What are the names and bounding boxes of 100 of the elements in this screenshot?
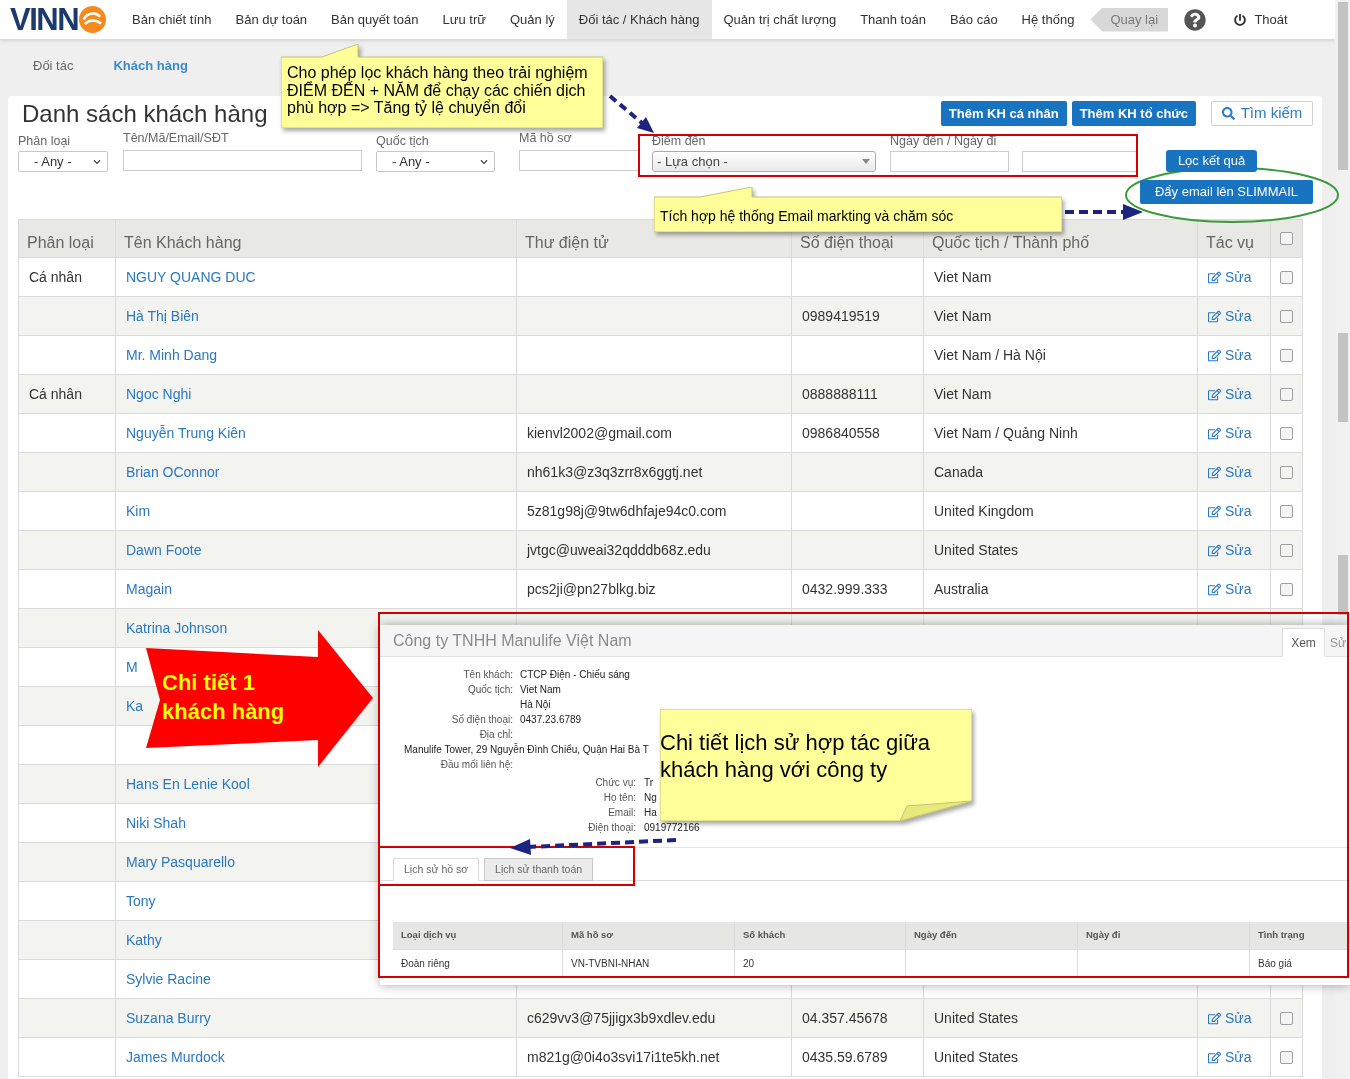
email-address: m821g@0i4o3svi17i1te5kh.net bbox=[527, 1047, 720, 1067]
customer-name-link[interactable]: Suzana Burry bbox=[126, 1007, 211, 1029]
column-header: Mã hồ sơ bbox=[571, 928, 614, 943]
filter-select[interactable]: - Any - bbox=[376, 151, 495, 172]
logo-icon bbox=[79, 6, 107, 33]
filter-select[interactable]: - Any - bbox=[18, 151, 108, 172]
popup-tab[interactable]: Xem bbox=[1282, 628, 1325, 657]
row-checkbox[interactable] bbox=[1280, 426, 1293, 440]
edit-icon bbox=[1208, 1050, 1221, 1064]
nav-item[interactable]: Hệ thống bbox=[1009, 0, 1087, 39]
filter-input[interactable] bbox=[519, 149, 640, 171]
add-customer-button[interactable]: Thêm KH cá nhân bbox=[940, 101, 1067, 126]
field-value: Ng bbox=[644, 792, 657, 803]
row-checkbox[interactable] bbox=[1280, 309, 1293, 323]
customer-name-link[interactable]: NGUY QUANG DUC bbox=[126, 266, 256, 288]
edit-icon bbox=[1208, 426, 1221, 440]
nav-item[interactable]: Lưu trữ bbox=[430, 0, 498, 39]
customer-name-link[interactable]: Magain bbox=[126, 578, 172, 600]
nav-item[interactable]: Bản quyết toán bbox=[319, 0, 431, 39]
nav-item[interactable]: Bản dự toán bbox=[223, 0, 320, 39]
edit-link[interactable]: Sửa bbox=[1208, 383, 1252, 405]
row-checkbox[interactable] bbox=[1280, 270, 1293, 284]
back-button[interactable]: Quay lại bbox=[1090, 7, 1169, 32]
destination-select[interactable]: - Lựa chọn - bbox=[652, 151, 876, 172]
page-title: Danh sách khách hàng bbox=[22, 99, 268, 128]
customer-name-link[interactable]: Brian OConnor bbox=[126, 461, 220, 483]
scrollbar-thumb[interactable] bbox=[1337, 333, 1348, 422]
row-checkbox[interactable] bbox=[1280, 582, 1293, 596]
row-checkbox[interactable] bbox=[1280, 348, 1293, 362]
location-text: Viet Nam bbox=[934, 267, 992, 287]
filter-button[interactable]: Lọc kết quả bbox=[1166, 150, 1257, 172]
date-input[interactable] bbox=[890, 151, 1009, 172]
customer-name-link[interactable]: Mary Pasquarello bbox=[126, 851, 235, 873]
select-all-checkbox[interactable] bbox=[1280, 232, 1293, 245]
edit-link[interactable]: Sửa bbox=[1208, 461, 1252, 483]
customer-name-link[interactable]: Tony bbox=[126, 890, 156, 912]
nav-item[interactable]: Bản chiết tính bbox=[120, 0, 224, 39]
filter-input[interactable] bbox=[123, 149, 362, 171]
customer-name-link[interactable]: Ngoc Nghi bbox=[126, 383, 192, 405]
edit-link[interactable]: Sửa bbox=[1208, 266, 1252, 288]
search-button[interactable]: Tìm kiếm bbox=[1211, 101, 1313, 126]
edit-link[interactable]: Sửa bbox=[1208, 344, 1252, 366]
customer-type: Cá nhân bbox=[29, 267, 82, 287]
customer-name-link[interactable]: James Murdock bbox=[126, 1046, 225, 1068]
customer-name-link[interactable]: Kathy bbox=[126, 929, 162, 951]
customer-name-link[interactable]: Dawn Foote bbox=[126, 539, 202, 561]
column-header: Loại dịch vụ bbox=[401, 928, 457, 943]
email-address: pcs2ji@pn27blkg.biz bbox=[527, 579, 656, 599]
field-label: Số điện thoại: bbox=[451, 714, 513, 725]
column-header: Số khách bbox=[743, 928, 786, 943]
nav-item[interactable]: Quản trị chất lượng bbox=[711, 0, 849, 39]
filter-label: Quốc tịch bbox=[376, 134, 430, 148]
row-checkbox[interactable] bbox=[1280, 465, 1293, 479]
edit-icon bbox=[1208, 309, 1221, 323]
email-address: 5z81g98j@9tw6dhfaje94c0.com bbox=[527, 501, 727, 521]
row-checkbox[interactable] bbox=[1280, 387, 1293, 401]
customer-name-link[interactable]: Hans En Lenie Kool bbox=[126, 773, 250, 795]
phone-number: 04.357.45678 bbox=[802, 1008, 888, 1028]
popup-tab[interactable]: Sử bbox=[1329, 628, 1345, 657]
customer-name-link[interactable]: Nguyễn Trung Kiên bbox=[126, 422, 246, 444]
row-checkbox[interactable] bbox=[1280, 1050, 1293, 1064]
edit-link[interactable]: Sửa bbox=[1208, 578, 1252, 600]
field-label: Quốc tịch: bbox=[467, 684, 513, 695]
edit-link[interactable]: Sửa bbox=[1208, 1007, 1252, 1029]
edit-link[interactable]: Sửa bbox=[1208, 1046, 1252, 1068]
history-tab[interactable]: Lịch sử hồ sơ bbox=[393, 858, 480, 881]
history-tab[interactable]: Lịch sử thanh toán bbox=[484, 858, 594, 881]
logout-button[interactable]: Thoát bbox=[1234, 9, 1288, 30]
date-input[interactable] bbox=[1022, 151, 1137, 172]
customer-name-link[interactable]: Kim bbox=[126, 500, 151, 522]
row-checkbox[interactable] bbox=[1280, 543, 1293, 557]
email-address: jvtgc@uweai32qdddb68z.edu bbox=[527, 540, 711, 560]
customer-name-link[interactable]: Mr. Minh Dang bbox=[126, 344, 218, 366]
scrollbar-thumb[interactable] bbox=[1337, 2, 1348, 170]
edit-link[interactable]: Sửa bbox=[1208, 500, 1252, 522]
edit-link[interactable]: Sửa bbox=[1208, 305, 1252, 327]
row-checkbox[interactable] bbox=[1280, 1011, 1293, 1025]
push-email-button[interactable]: Đẩy email lên SLIMMAIL bbox=[1140, 180, 1313, 204]
scrollbar-thumb[interactable] bbox=[1337, 555, 1348, 615]
customer-name-link[interactable]: Sylvie Racine bbox=[126, 968, 211, 990]
edit-link[interactable]: Sửa bbox=[1208, 539, 1252, 561]
customer-name-link[interactable]: Ka bbox=[126, 695, 144, 717]
nav-item[interactable]: Đối tác / Khách hàng bbox=[566, 0, 712, 39]
nav-item[interactable]: Báo cáo bbox=[937, 0, 1010, 39]
customer-name-link[interactable]: Hà Thị Biên bbox=[126, 305, 199, 327]
subnav-tab[interactable]: Đối tác bbox=[33, 58, 74, 73]
column-header: Tác vụ bbox=[1206, 235, 1254, 251]
location-text: United States bbox=[934, 540, 1019, 560]
add-customer-button[interactable]: Thêm KH tổ chức bbox=[1071, 101, 1196, 126]
nav-item[interactable]: Thanh toán bbox=[848, 0, 938, 39]
help-icon[interactable] bbox=[1184, 8, 1207, 31]
subnav-tab[interactable]: Khách hàng bbox=[113, 58, 188, 73]
field-value: Hà Nội bbox=[520, 699, 551, 710]
customer-name-link[interactable]: M bbox=[126, 656, 138, 678]
row-checkbox[interactable] bbox=[1280, 504, 1293, 518]
customer-name-link[interactable]: Niki Shah bbox=[126, 812, 186, 834]
location-text: Canada bbox=[934, 462, 984, 482]
edit-link[interactable]: Sửa bbox=[1208, 422, 1252, 444]
nav-item[interactable]: Quản lý bbox=[498, 0, 567, 39]
location-text: United States bbox=[934, 1047, 1019, 1067]
